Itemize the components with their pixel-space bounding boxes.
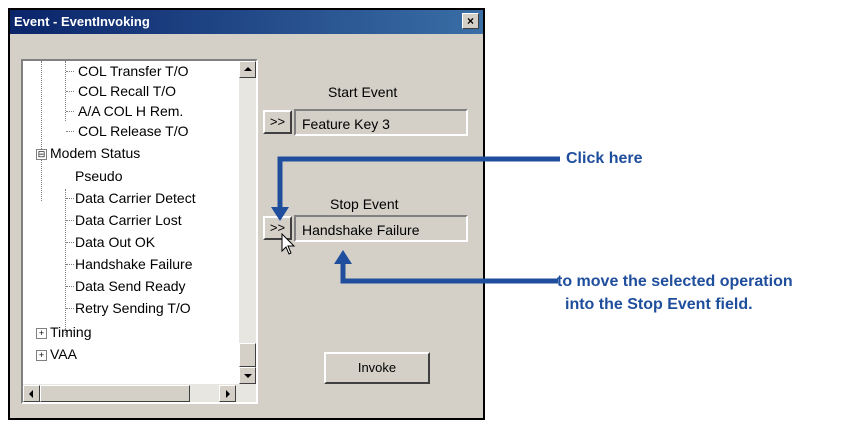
tree-guide [66,71,74,72]
scroll-thumb[interactable] [40,385,190,402]
arrow-left-icon [29,390,33,398]
tree-item-data-out-ok[interactable]: Data Out OK [75,233,155,251]
mouse-cursor-icon [281,233,296,255]
tree-item-pseudo[interactable]: Pseudo [75,167,122,185]
tree-item-modem-status[interactable]: ⊟ Modem Status [36,144,140,162]
tree-item-label: COL Recall T/O [78,83,177,99]
tree-guide [66,111,74,112]
tree-item-label: VAA [50,346,77,362]
tree-guide [66,308,74,309]
tree-guide [66,264,74,265]
horizontal-scrollbar[interactable] [23,384,256,402]
scroll-up-button[interactable] [239,61,256,78]
tree-item-timing[interactable]: + Timing [36,323,92,341]
tree-item-col-recall[interactable]: COL Recall T/O [78,82,176,100]
close-icon: × [466,14,474,28]
tree-item-label: Pseudo [75,168,123,184]
tree-item-vaa[interactable]: + VAA [36,345,77,363]
tree-guide [65,189,66,335]
tree-guide [66,242,74,243]
tree-item-data-send-ready[interactable]: Data Send Ready [75,277,186,295]
tree-guide [66,91,74,92]
event-tree: COL Transfer T/O COL Recall T/O A/A COL … [21,59,258,404]
tree-item-col-release[interactable]: COL Release T/O [78,122,189,140]
tree-item-label: Timing [50,324,92,340]
callout-move-text-2: into the Stop Event field. [565,296,753,313]
scroll-down-button[interactable] [239,367,256,384]
tree-guide [41,61,42,201]
callout-click-here: Click here [566,150,643,167]
tree-item-label: Data Send Ready [75,278,186,294]
arrow-down-icon [244,374,252,378]
window-title: Event - EventInvoking [14,14,150,29]
tree-item-label: COL Transfer T/O [78,63,189,79]
tree-guide [66,131,74,132]
tree-item-label: Retry Sending T/O [75,300,191,316]
expand-icon[interactable]: + [36,350,47,361]
collapse-icon[interactable]: ⊟ [36,149,47,160]
arrow-up-icon [244,67,252,71]
tree-item-label: Data Carrier Lost [75,212,182,228]
tree-item-label: Handshake Failure [75,256,193,272]
tree-item-data-carrier-lost[interactable]: Data Carrier Lost [75,211,182,229]
arrow-right-icon [226,390,230,398]
scroll-left-button[interactable] [23,385,40,402]
tree-item-data-carrier-detect[interactable]: Data Carrier Detect [75,189,196,207]
title-bar[interactable]: Event - EventInvoking × [10,10,483,34]
scroll-right-button[interactable] [219,385,236,402]
tree-guide [66,220,74,221]
tree-item-label: Data Out OK [75,234,156,250]
callout-arrow-move [334,250,558,284]
tree-guide [66,198,74,199]
start-event-add-button[interactable]: >> [263,110,292,134]
start-event-add-label: >> [269,114,286,129]
stop-event-value: Handshake Failure [302,222,420,238]
tree-guide [66,286,74,287]
vertical-scrollbar[interactable] [239,61,256,384]
tree-item-label: Data Carrier Detect [75,190,196,206]
callout-move-text-1: to move the selected operation [557,273,793,290]
expand-icon[interactable]: + [36,328,47,339]
tree-item-retry-sending[interactable]: Retry Sending T/O [75,299,191,317]
start-event-value: Feature Key 3 [302,116,390,132]
start-event-label: Start Event [328,84,398,100]
tree-item-handshake-failure[interactable]: Handshake Failure [75,255,193,273]
close-button[interactable]: × [462,13,479,29]
tree-item-label: A/A COL H Rem. [78,103,184,119]
invoke-button[interactable]: Invoke [324,352,430,384]
tree-item-label: Modem Status [50,145,141,161]
tree-item-aa-col-h-rem[interactable]: A/A COL H Rem. [78,102,183,120]
scroll-thumb[interactable] [239,343,256,367]
callout-arrow-click [271,156,560,221]
tree-item-label: COL Release T/O [78,123,189,139]
start-event-field[interactable]: Feature Key 3 [294,109,468,136]
invoke-label: Invoke [357,360,397,375]
tree-item-col-transfer[interactable]: COL Transfer T/O [78,62,188,80]
